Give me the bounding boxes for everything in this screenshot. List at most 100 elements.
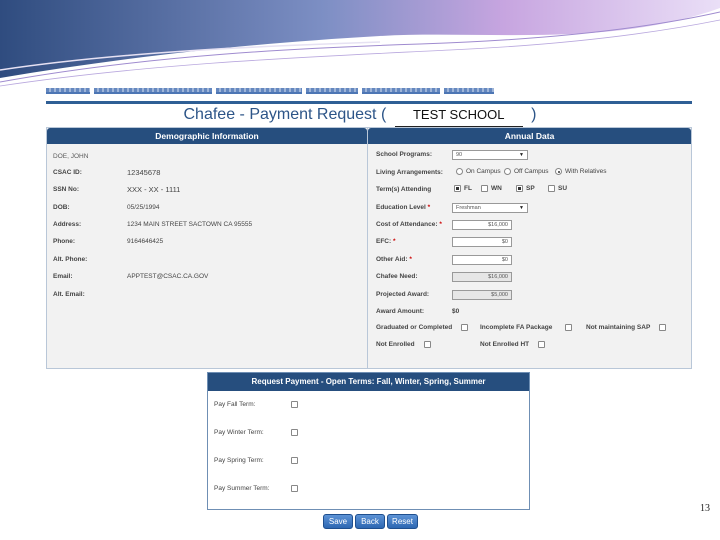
email-value: APPTEST@CSAC.CA.GOV <box>127 273 209 280</box>
not-enrolled-label: Not Enrolled <box>376 341 415 348</box>
term-fl-option[interactable]: FL <box>454 185 472 192</box>
chafee-need-label: Chafee Need: <box>376 273 418 280</box>
chevron-down-icon: ▼ <box>519 152 524 158</box>
reset-button[interactable]: Reset <box>387 514 418 529</box>
term-su-option[interactable]: SU <box>548 185 567 192</box>
radio-button[interactable] <box>504 168 511 175</box>
school-programs-label: School Programs: <box>376 151 432 158</box>
checkbox[interactable] <box>548 185 555 192</box>
csac-id-value: 12345678 <box>127 168 161 177</box>
projected-award-field: $5,000 <box>452 290 512 300</box>
living-off-campus-option[interactable]: Off Campus <box>504 168 549 175</box>
title-suffix: ) <box>531 106 537 123</box>
payment-request-panel: Request Payment - Open Terms: Fall, Wint… <box>207 372 530 510</box>
student-name: DOE, JOHN <box>53 153 89 160</box>
not-enrolled-ht-label: Not Enrolled HT <box>480 341 530 348</box>
phone-value: 9164646425 <box>127 238 164 245</box>
save-button[interactable]: Save <box>323 514 353 529</box>
education-label: Education Level * <box>376 204 430 211</box>
sap-flag[interactable]: Not maintaining SAP <box>586 324 667 331</box>
nav-link[interactable] <box>94 88 212 94</box>
graduated-label: Graduated or Completed <box>376 324 453 331</box>
checkbox[interactable] <box>481 185 488 192</box>
nav-link[interactable] <box>444 88 494 94</box>
pay-fall-checkbox[interactable] <box>291 401 298 408</box>
chevron-down-icon: ▼ <box>519 205 524 211</box>
incomplete-fa-flag[interactable]: Incomplete FA Package <box>480 324 573 331</box>
not-enrolled-flag[interactable]: Not Enrolled <box>376 341 431 348</box>
demographic-panel: Demographic Information DOE, JOHN CSAC I… <box>46 127 368 369</box>
checkbox[interactable] <box>659 324 667 331</box>
pay-summer-label: Pay Summer Term: <box>214 485 270 492</box>
pay-summer-checkbox[interactable] <box>291 485 298 492</box>
checkbox-checked[interactable] <box>516 185 523 192</box>
terms-label: Term(s) Attending <box>376 186 432 193</box>
other-aid-input[interactable]: $0 <box>452 255 512 265</box>
incomplete-fa-label: Incomplete FA Package <box>480 324 553 331</box>
radio-button[interactable] <box>456 168 463 175</box>
graduated-flag[interactable]: Graduated or Completed <box>376 324 469 331</box>
other-aid-label: Other Aid: * <box>376 256 412 263</box>
term-name: FL <box>464 185 472 192</box>
demographic-heading: Demographic Information <box>47 128 367 144</box>
nav-link[interactable] <box>46 88 90 94</box>
required-marker: * <box>437 221 442 228</box>
term-name: SP <box>526 185 535 192</box>
school-programs-select[interactable]: 90 ▼ <box>452 150 528 160</box>
term-name: WN <box>491 185 502 192</box>
projected-award-label: Projected Award: <box>376 291 430 298</box>
checkbox[interactable] <box>423 341 431 348</box>
award-amount-value: $0 <box>452 308 460 315</box>
phone-label: Phone: <box>53 238 76 245</box>
address-value: 1234 MAIN STREET SACTOWN CA 95555 <box>127 221 253 228</box>
annual-data-panel: Annual Data School Programs: 90 ▼ Living… <box>368 127 692 369</box>
living-option-label: On Campus <box>466 168 501 175</box>
pay-spring-label: Pay Spring Term: <box>214 457 264 464</box>
dob-label: DOB: <box>53 204 70 211</box>
page-number: 13 <box>700 503 710 514</box>
checkbox[interactable] <box>538 341 546 348</box>
pay-fall-label: Pay Fall Term: <box>214 401 256 408</box>
living-with-relatives-option[interactable]: With Relatives <box>555 168 607 175</box>
other-aid-label-text: Other Aid: <box>376 256 408 263</box>
ssn-value: XXX - XX - 1111 <box>127 185 181 194</box>
address-label: Address: <box>53 221 82 228</box>
checkbox[interactable] <box>565 324 573 331</box>
school-name: TEST SCHOOL <box>394 104 523 127</box>
nav-link[interactable] <box>306 88 358 94</box>
term-sp-option[interactable]: SP <box>516 185 535 192</box>
not-enrolled-ht-flag[interactable]: Not Enrolled HT <box>480 341 546 348</box>
cost-label-text: Cost of Attendance: <box>376 221 438 228</box>
payment-heading: Request Payment - Open Terms: Fall, Wint… <box>208 373 529 391</box>
top-nav-bar <box>46 86 692 104</box>
pay-winter-label: Pay Winter Term: <box>214 429 264 436</box>
efc-label: EFC: * <box>376 238 396 245</box>
checkbox-checked[interactable] <box>454 185 461 192</box>
term-wn-option[interactable]: WN <box>481 185 502 192</box>
pay-winter-checkbox[interactable] <box>291 429 298 436</box>
living-option-label: Off Campus <box>514 168 549 175</box>
cost-of-attendance-input[interactable]: $16,000 <box>452 220 512 230</box>
living-option-label: With Relatives <box>565 168 607 175</box>
term-name: SU <box>558 185 568 192</box>
checkbox[interactable] <box>461 324 469 331</box>
radio-button-selected[interactable] <box>555 168 562 175</box>
efc-label-text: EFC: <box>376 238 392 245</box>
alt-phone-label: Alt. Phone: <box>53 256 88 263</box>
school-programs-value: 90 <box>456 152 463 158</box>
education-label-text: Education Level <box>376 204 426 211</box>
chafee-need-field: $16,000 <box>452 272 512 282</box>
nav-link[interactable] <box>362 88 440 94</box>
education-level-select[interactable]: Freshman ▼ <box>452 203 528 213</box>
dob-value: 05/25/1994 <box>127 204 160 211</box>
living-on-campus-option[interactable]: On Campus <box>456 168 501 175</box>
back-button[interactable]: Back <box>355 514 385 529</box>
efc-input[interactable]: $0 <box>452 237 512 247</box>
cost-label: Cost of Attendance: * <box>376 221 442 228</box>
nav-link[interactable] <box>216 88 302 94</box>
living-label: Living Arrangements: <box>376 169 443 176</box>
pay-spring-checkbox[interactable] <box>291 457 298 464</box>
education-level-value: Freshman <box>456 205 481 211</box>
title-prefix: Chafee - Payment Request ( <box>183 106 387 123</box>
award-amount-label: Award Amount: <box>376 308 425 315</box>
